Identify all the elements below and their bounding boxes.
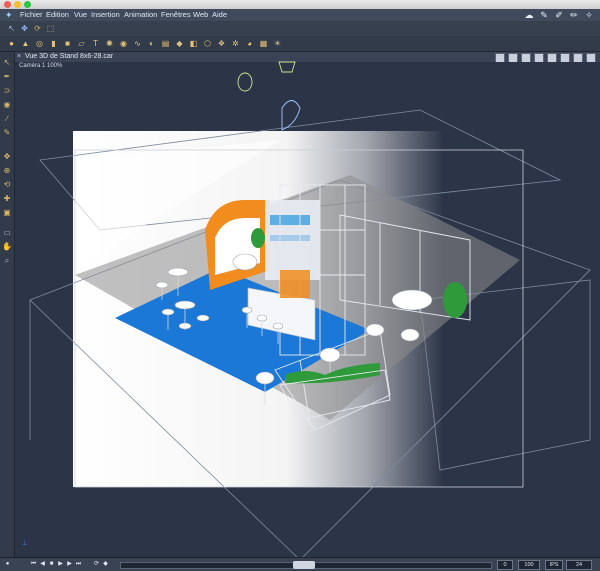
stop-icon[interactable]: ■ xyxy=(48,561,55,568)
key-icon[interactable]: ◆ xyxy=(102,561,109,568)
play-icon[interactable]: ▶ xyxy=(57,561,64,568)
timeline-bar: ● ⏮ ◀ ■ ▶ ▶ ⏭ ⟳ ◆ 0 100 IPS 24 xyxy=(0,557,600,571)
prev-frame-icon[interactable]: ◀ xyxy=(39,561,46,568)
frame-end-field[interactable]: 100 xyxy=(518,560,540,570)
frame-start-field[interactable]: 0 xyxy=(497,560,513,570)
scene-drawing xyxy=(29,61,591,561)
record-icon[interactable]: ● xyxy=(4,561,11,568)
fps-field[interactable]: 24 xyxy=(566,560,592,570)
timeline-track[interactable] xyxy=(120,561,492,569)
axis-gizmo-icon: ⊥ xyxy=(22,541,28,547)
floating-wire-objects xyxy=(237,61,301,131)
next-frame-icon[interactable]: ▶ xyxy=(66,561,73,568)
go-start-icon[interactable]: ⏮ xyxy=(30,561,37,568)
go-end-icon[interactable]: ⏭ xyxy=(75,561,82,568)
timeline-scrubber[interactable] xyxy=(293,561,315,569)
loop-icon[interactable]: ⟳ xyxy=(93,561,100,568)
fps-label: IPS xyxy=(545,560,563,570)
orange-cabinet xyxy=(280,270,310,298)
